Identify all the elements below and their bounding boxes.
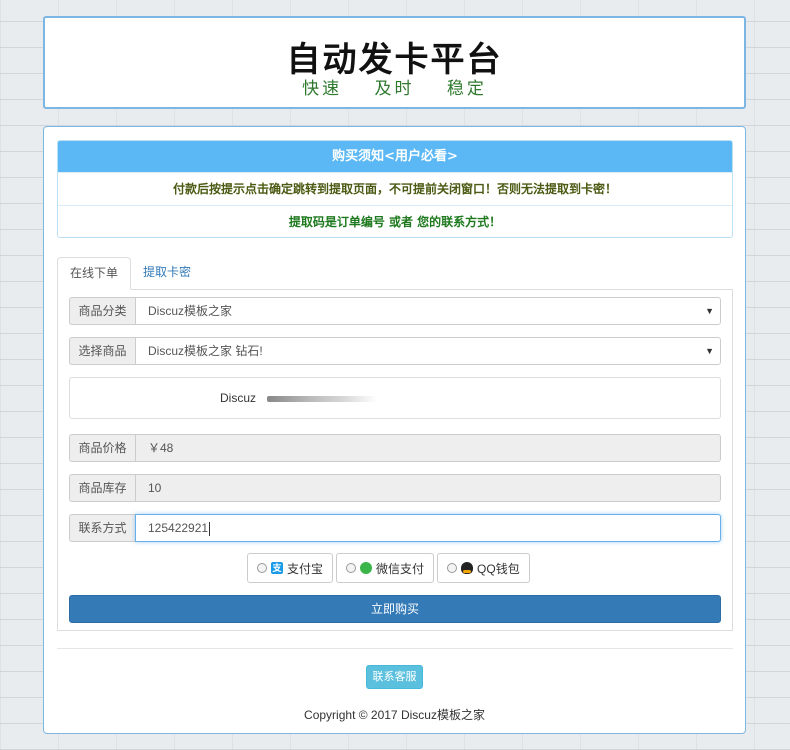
order-tabs: 在线下单 提取卡密 (57, 257, 733, 290)
category-field: 商品分类 Discuz模板之家 ▼ (69, 297, 721, 325)
alipay-icon: 支 (271, 562, 283, 574)
alipay-label: 支付宝 (287, 561, 324, 576)
qq-label: QQ钱包 (477, 561, 520, 576)
chevron-down-icon: ▼ (705, 306, 714, 316)
wechat-radio[interactable] (346, 563, 357, 573)
contact-value: 125422921 (148, 521, 209, 535)
text-cursor (209, 521, 211, 536)
category-value: Discuz模板之家 (148, 304, 233, 318)
main-panel: 购买须知<用户必看> 付款后按提示点击确定跳转到提取页面，不可提前关闭窗口！否则… (43, 126, 746, 734)
product-label: 选择商品 (69, 337, 135, 365)
copyright: Copyright © 2017 Discuz模板之家 (304, 708, 485, 722)
contact-service-button[interactable]: 联系客服 (366, 665, 423, 689)
contact-input[interactable]: 125422921 (135, 514, 721, 542)
alipay-radio[interactable] (257, 563, 267, 573)
contact-label: 联系方式 (69, 514, 135, 542)
product-description: Discuz (69, 377, 721, 419)
stock-value: 10 (135, 474, 721, 502)
buy-now-button[interactable]: 立即购买 (69, 595, 721, 623)
payment-options: 支 支付宝 微信支付 QQ钱包 (247, 553, 530, 583)
qq-radio[interactable] (447, 563, 458, 573)
pay-option-wechat[interactable]: 微信支付 (336, 553, 435, 583)
price-label: 商品价格 (69, 434, 135, 462)
description-text: Discuz (220, 391, 257, 405)
product-select[interactable]: Discuz模板之家 钻石! ▼ (135, 337, 721, 365)
divider (57, 648, 733, 649)
purchase-notice: 购买须知<用户必看> 付款后按提示点击确定跳转到提取页面，不可提前关闭窗口！否则… (57, 140, 733, 238)
price-field: 商品价格 ￥48 (69, 434, 721, 462)
tab-online-order[interactable]: 在线下单 (57, 257, 132, 290)
product-value: Discuz模板之家 钻石! (148, 344, 263, 358)
contact-field: 联系方式 125422921 (69, 514, 721, 542)
category-label: 商品分类 (69, 297, 135, 325)
notice-heading: 购买须知<用户必看> (58, 141, 732, 172)
description-image (267, 396, 377, 402)
qq-icon (461, 562, 474, 574)
product-field: 选择商品 Discuz模板之家 钻石! ▼ (69, 337, 721, 365)
notice-line-2: 提取码是订单编号 或者 您的联系方式！ (58, 205, 732, 237)
site-header: 自动发卡平台 快速 及时 稳定 (43, 16, 746, 109)
pay-option-alipay[interactable]: 支 支付宝 (247, 553, 334, 583)
wechat-icon (360, 562, 373, 574)
notice-line-1: 付款后按提示点击确定跳转到提取页面，不可提前关闭窗口！否则无法提取到卡密！ (58, 172, 732, 205)
tab-extract-card[interactable]: 提取卡密 (131, 257, 203, 290)
chevron-down-icon: ▼ (705, 346, 714, 356)
site-slogan: 快速 及时 稳定 (302, 79, 487, 99)
order-form: 商品分类 Discuz模板之家 ▼ 选择商品 Discuz模板之家 钻石! ▼ … (57, 289, 733, 631)
price-value: ￥48 (135, 434, 721, 462)
stock-field: 商品库存 10 (69, 474, 721, 502)
wechat-label: 微信支付 (376, 561, 425, 576)
stock-label: 商品库存 (69, 474, 135, 502)
category-select[interactable]: Discuz模板之家 ▼ (135, 297, 721, 325)
pay-option-qq[interactable]: QQ钱包 (437, 553, 530, 583)
